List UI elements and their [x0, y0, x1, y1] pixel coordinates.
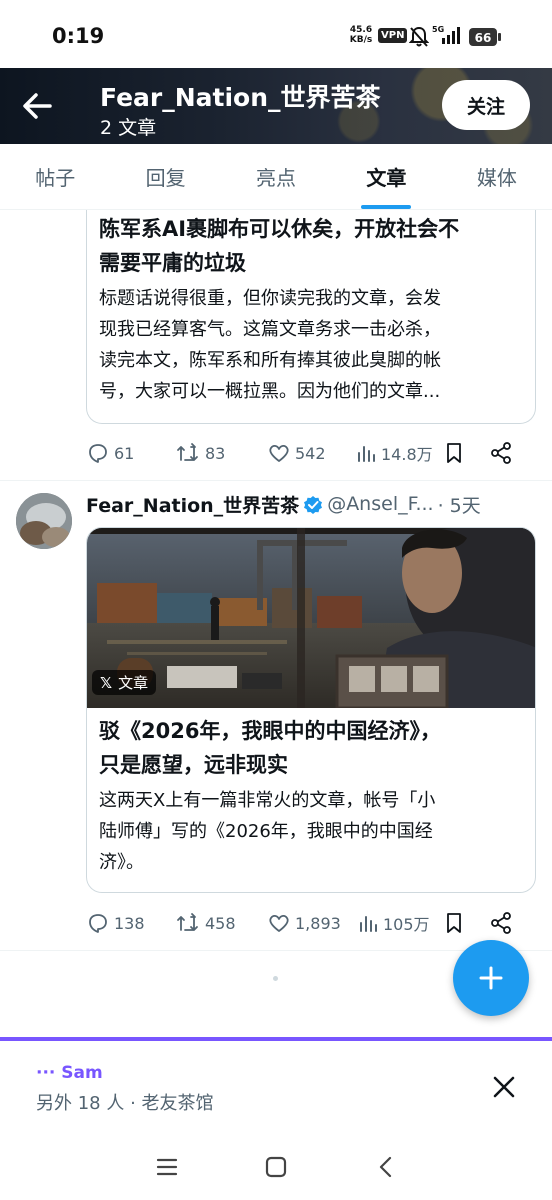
- article-title-line: 需要平庸的垃圾: [99, 251, 246, 275]
- like-count: 542: [295, 443, 326, 463]
- compose-button[interactable]: [453, 940, 529, 1016]
- post-header: Fear_Nation_世界苦茶 @Ansel_F... · 5天: [86, 490, 481, 518]
- avatar[interactable]: [16, 493, 72, 549]
- community-banner[interactable]: ··· Sam 另外 18 人 · 老友茶馆: [0, 1041, 552, 1131]
- repost-button[interactable]: 83: [175, 441, 267, 465]
- speed-value: 45.6: [349, 25, 373, 35]
- like-button[interactable]: 542: [267, 441, 355, 465]
- bookmark-icon: [447, 443, 461, 463]
- bookmark-button[interactable]: [443, 441, 489, 465]
- speed-unit: KB/s: [349, 35, 373, 45]
- vpn-badge: VPN: [378, 28, 408, 43]
- banner-info: 另外 18 人 · 老友茶馆: [36, 1093, 214, 1114]
- loading-dot: [273, 976, 278, 981]
- repost-icon: [177, 913, 198, 931]
- article-badge: 𝕏 文章: [92, 670, 157, 695]
- tab-media[interactable]: 媒体: [442, 144, 552, 209]
- article-count: 2 文章: [100, 117, 157, 139]
- post-actions: 138 458 1,893 105万: [86, 908, 532, 938]
- repost-count: 458: [205, 913, 236, 933]
- back-arrow-icon[interactable]: [18, 88, 58, 124]
- close-icon[interactable]: [490, 1073, 518, 1101]
- views-button[interactable]: 105万: [357, 911, 443, 935]
- tab-highlights[interactable]: 亮点: [221, 144, 331, 209]
- article-excerpt: 标题话说得很重，但你读完我的文章，会发 现我已经算客气。这篇文章务求一击必杀， …: [99, 283, 523, 407]
- status-time: 0:19: [52, 24, 105, 48]
- network-speed: 45.6 KB/s: [347, 25, 375, 45]
- article-excerpt-line: 济》。: [99, 852, 144, 873]
- article-title-line: 只是愿望，远非现实: [99, 753, 288, 777]
- view-count: 14.8万: [381, 445, 433, 464]
- author-handle: @Ansel_F...: [327, 493, 434, 515]
- back-icon[interactable]: [374, 1155, 398, 1179]
- share-icon: [491, 442, 511, 464]
- profile-tabs: 帖子 回复 亮点 文章 媒体: [0, 144, 552, 210]
- like-button[interactable]: 1,893: [267, 911, 357, 935]
- article-title-line: 陈军系AI裹脚布可以休矣，开放社会不: [99, 217, 460, 241]
- reply-count: 61: [114, 443, 135, 463]
- article-excerpt-line: 陆师傅」写的《2026年，我眼中的中国经: [99, 821, 433, 842]
- repost-count: 83: [205, 443, 226, 463]
- author-name[interactable]: Fear_Nation_世界苦茶: [86, 491, 299, 518]
- bookmark-button[interactable]: [443, 911, 489, 935]
- tab-articles[interactable]: 文章: [331, 144, 441, 209]
- article-card[interactable]: 驳《2026年，我眼中的中国经济》， 只是愿望，远非现实 这两天X上有一篇非常火…: [86, 527, 536, 893]
- views-button[interactable]: 14.8万: [355, 441, 443, 465]
- article-excerpt-line: 现我已经算客气。这篇文章务求一击必杀，: [99, 319, 441, 340]
- share-button[interactable]: [489, 911, 513, 935]
- tab-replies[interactable]: 回复: [110, 144, 220, 209]
- article-card[interactable]: 陈军系AI裹脚布可以休矣，开放社会不 需要平庸的垃圾 标题话说得很重，但你读完我…: [86, 210, 536, 424]
- post-actions: 61 83 542 14.8万: [86, 438, 532, 468]
- heart-icon: [269, 444, 289, 462]
- recent-apps-icon[interactable]: [155, 1155, 179, 1179]
- home-icon[interactable]: [264, 1155, 288, 1179]
- share-icon: [491, 912, 511, 934]
- like-count: 1,893: [295, 913, 341, 933]
- views-chart-icon: [360, 916, 377, 932]
- views-chart-icon: [358, 446, 375, 462]
- repost-icon: [177, 443, 198, 461]
- article-excerpt-line: 读完本文，陈军系和所有捧其彼此臭脚的帐: [99, 350, 441, 371]
- post-divider: [0, 480, 552, 481]
- bell-muted-icon: [409, 26, 429, 47]
- status-bar: 0:19 45.6 KB/s VPN 5G 66: [0, 0, 552, 68]
- article-excerpt-line: 号，大家可以一概拉黑。因为他们的文章...: [99, 381, 441, 402]
- view-count: 105万: [383, 915, 430, 934]
- signal-icon: 5G: [432, 25, 460, 44]
- article-title-line: 驳《2026年，我眼中的中国经济》，: [99, 719, 441, 743]
- battery-level: 66: [475, 31, 492, 45]
- article-excerpt-line: 标题话说得很重，但你读完我的文章，会发: [99, 288, 441, 309]
- network-type: 5G: [432, 25, 444, 34]
- bookmark-icon: [447, 913, 461, 933]
- post-time: · 5天: [437, 494, 481, 517]
- reply-button[interactable]: 61: [86, 441, 175, 465]
- battery-icon: 66: [469, 28, 501, 46]
- repost-button[interactable]: 458: [175, 911, 267, 935]
- tab-posts[interactable]: 帖子: [0, 144, 110, 209]
- plus-icon: [479, 966, 503, 990]
- article-excerpt-line: 这两天X上有一篇非常火的文章，帐号「小: [99, 790, 436, 811]
- share-button[interactable]: [489, 441, 513, 465]
- follow-button[interactable]: 关注: [442, 80, 530, 130]
- reply-button[interactable]: 138: [86, 911, 175, 935]
- x-logo-icon: 𝕏: [100, 673, 113, 692]
- avatar-image: [16, 493, 72, 549]
- profile-name: Fear_Nation_世界苦茶: [100, 83, 381, 112]
- article-title: 陈军系AI裹脚布可以休矣，开放社会不 需要平庸的垃圾: [99, 212, 523, 280]
- banner-user: ··· Sam: [36, 1063, 103, 1083]
- article-text: 驳《2026年，我眼中的中国经济》， 只是愿望，远非现实 这两天X上有一篇非常火…: [87, 708, 535, 878]
- reply-icon: [89, 444, 107, 463]
- system-nav-bar: [0, 1131, 552, 1200]
- article-excerpt: 这两天X上有一篇非常火的文章，帐号「小 陆师傅」写的《2026年，我眼中的中国经…: [99, 785, 523, 878]
- verified-badge-icon: [304, 496, 323, 514]
- article-badge-label: 文章: [118, 674, 149, 692]
- reply-count: 138: [114, 913, 145, 933]
- article-title: 驳《2026年，我眼中的中国经济》， 只是愿望，远非现实: [99, 714, 523, 782]
- reply-icon: [89, 914, 107, 933]
- heart-icon: [269, 914, 289, 932]
